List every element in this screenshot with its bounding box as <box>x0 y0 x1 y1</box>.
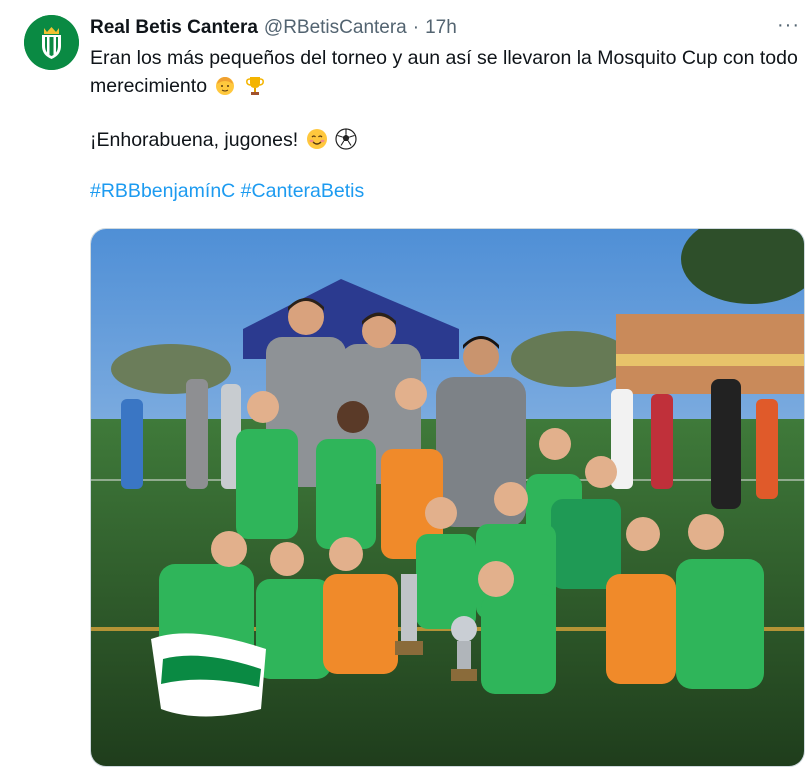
tweet-hashtags: #RBBbenjamínC #CanteraBetis <box>90 177 805 205</box>
hashtag-link[interactable]: #CanteraBetis <box>241 180 365 202</box>
team-photo-image <box>91 229 804 766</box>
author-handle[interactable]: @RBetisCantera <box>264 17 407 39</box>
separator-dot: · <box>412 17 420 38</box>
betis-crest-icon <box>24 15 79 70</box>
tweet-line-1: Eran los más pequeños del torneo y aun a… <box>90 47 798 97</box>
tweet-card[interactable]: Real Betis Cantera @RBetisCantera · 17h … <box>0 0 810 769</box>
more-options-icon[interactable]: ··· <box>777 15 800 35</box>
tweet-line-2: ¡Enhorabuena, jugones! <box>90 129 299 151</box>
tweet-paragraph-1: Eran los más pequeños del torneo y aun a… <box>90 44 805 100</box>
tweet-header: Real Betis Cantera @RBetisCantera · 17h <box>90 16 457 40</box>
author-name[interactable]: Real Betis Cantera <box>90 17 258 39</box>
child-emoji-icon <box>216 77 235 95</box>
tweet-timestamp[interactable]: 17h <box>425 17 457 39</box>
trophy-emoji-icon <box>245 77 264 95</box>
smiling-face-emoji-icon <box>306 129 327 149</box>
avatar[interactable] <box>24 15 79 70</box>
tweet-photo[interactable] <box>90 228 805 767</box>
hashtag-link[interactable]: #RBBbenjamínC <box>90 180 235 202</box>
tweet-text: Eran los más pequeños del torneo y aun a… <box>90 44 805 205</box>
tweet-paragraph-2: ¡Enhorabuena, jugones! <box>90 126 805 154</box>
soccer-ball-emoji-icon <box>335 128 357 150</box>
